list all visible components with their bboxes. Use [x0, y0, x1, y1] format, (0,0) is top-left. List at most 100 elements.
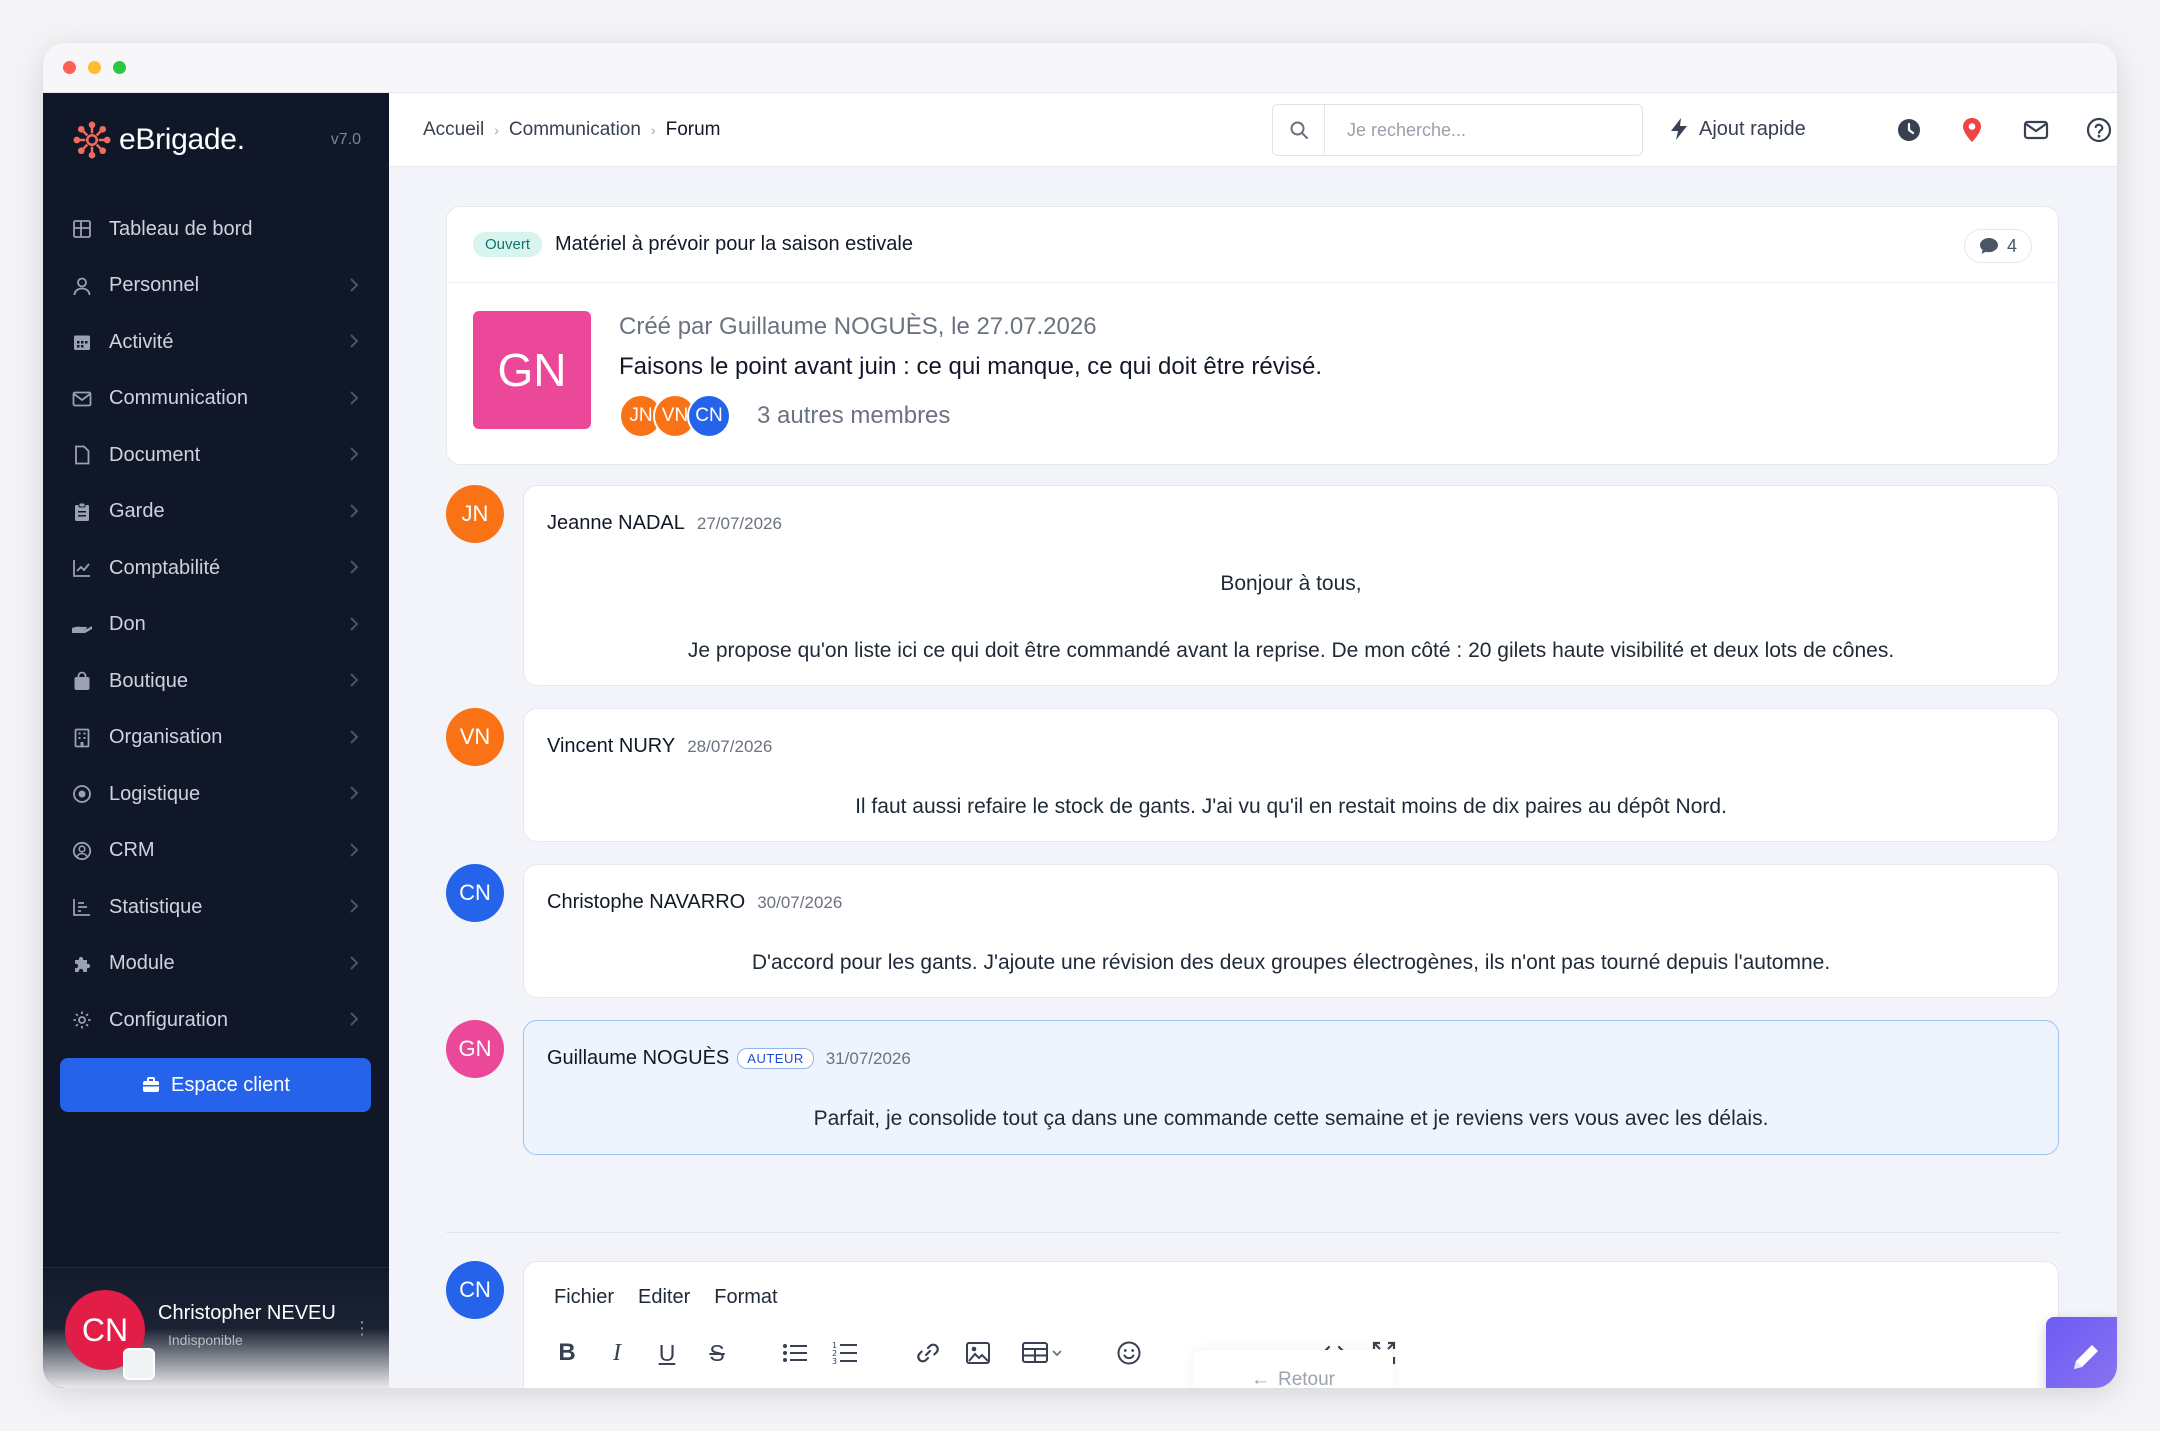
post-text: D'accord pour les gants. J'ajoute une ré… — [751, 951, 1831, 974]
avatar[interactable]: CN — [446, 864, 504, 922]
divider — [446, 1232, 2059, 1233]
breadcrumb-communication[interactable]: Communication — [509, 119, 641, 141]
post-date: 27/07/2026 — [696, 513, 782, 533]
topic-header: Ouvert Matériel à prévoir pour la saison… — [447, 207, 2058, 283]
brand-logo[interactable]: eBrigade. — [73, 115, 245, 165]
compose-button[interactable] — [2046, 1317, 2117, 1388]
numbered-list-icon[interactable]: 123 — [830, 1338, 860, 1368]
close-window-button[interactable] — [63, 61, 76, 74]
post-header: Jeanne NADAL 27/07/2026 — [547, 512, 782, 535]
strikethrough-icon[interactable]: S — [702, 1338, 732, 1368]
editor-menu: Fichier Editer Format — [554, 1286, 802, 1309]
underline-icon[interactable]: U — [652, 1338, 682, 1368]
sidebar-item-label: Organisation — [109, 726, 223, 749]
emoji-icon[interactable] — [1114, 1338, 1144, 1368]
chevron-right-icon — [349, 558, 359, 581]
calendar-icon — [71, 331, 93, 353]
espace-client-button[interactable]: Espace client — [60, 1058, 371, 1112]
post-author[interactable]: Guillaume NOGUÈS — [547, 1047, 729, 1070]
shopping-bag-icon — [71, 670, 93, 692]
maximize-window-button[interactable] — [113, 61, 126, 74]
post-date: 30/07/2026 — [757, 892, 843, 912]
chevron-right-icon — [349, 445, 359, 468]
menu-editer[interactable]: Editer — [638, 1286, 690, 1309]
location-pin-icon[interactable] — [1957, 115, 1987, 145]
brand-name: eBrigade. — [119, 123, 245, 156]
sidebar-item-garde[interactable]: Garde — [43, 484, 389, 541]
sidebar-item-label: Activité — [109, 330, 174, 353]
minimize-window-button[interactable] — [88, 61, 101, 74]
sidebar-item-activite[interactable]: Activité — [43, 314, 389, 371]
kebab-menu-icon[interactable]: ⋮ — [353, 1318, 371, 1339]
status-badge — [123, 1348, 155, 1380]
contact-icon — [71, 840, 93, 862]
avatar[interactable]: VN — [446, 708, 504, 766]
sidebar-item-label: Boutique — [109, 669, 188, 692]
topic-members: JN VN CN 3 autres membres — [619, 394, 950, 438]
topic-author-avatar[interactable]: GN — [473, 311, 591, 429]
post-card: Jeanne NADAL 27/07/2026 Bonjour à tous, … — [523, 485, 2059, 686]
sidebar-item-label: Tableau de bord — [109, 217, 253, 240]
file-icon — [71, 444, 93, 466]
avatar[interactable]: CN — [446, 1261, 504, 1319]
search-input[interactable] — [1345, 118, 1625, 142]
breadcrumb-accueil[interactable]: Accueil — [423, 119, 484, 141]
sidebar-item-label: Logistique — [109, 782, 201, 805]
sidebar-item-communication[interactable]: Communication — [43, 371, 389, 428]
topic-card: Ouvert Matériel à prévoir pour la saison… — [446, 206, 2059, 465]
avatar[interactable]: CN — [687, 394, 731, 438]
chevron-right-icon — [349, 332, 359, 355]
top-bar: Accueil › Communication › Forum Ajout ra… — [389, 93, 2117, 167]
sidebar-item-organisation[interactable]: Organisation — [43, 710, 389, 767]
members-label[interactable]: 3 autres membres — [757, 402, 950, 430]
sidebar-item-personnel[interactable]: Personnel — [43, 258, 389, 315]
menu-fichier[interactable]: Fichier — [554, 1286, 614, 1309]
puzzle-icon — [71, 953, 93, 975]
clock-icon[interactable] — [1894, 115, 1924, 145]
sidebar-item-label: Garde — [109, 500, 165, 523]
user-icon — [71, 275, 93, 297]
sidebar-item-comptabilite[interactable]: Comptabilité — [43, 540, 389, 597]
sidebar-item-document[interactable]: Document — [43, 427, 389, 484]
sidebar-item-module[interactable]: Module — [43, 936, 389, 993]
search-box — [1272, 104, 1643, 156]
chevron-right-icon — [349, 954, 359, 977]
post-author[interactable]: Jeanne NADAL — [547, 512, 685, 535]
sidebar-item-crm[interactable]: CRM — [43, 823, 389, 880]
menu-format[interactable]: Format — [714, 1286, 777, 1309]
retour-button[interactable]: ← Retour — [1193, 1350, 1393, 1388]
mail-icon[interactable] — [2021, 115, 2051, 145]
sidebar: eBrigade. v7.0 Tableau de bord Personnel A… — [43, 93, 389, 1388]
table-dropdown-icon[interactable] — [1018, 1338, 1068, 1368]
help-icon[interactable] — [2084, 115, 2114, 145]
sidebar-item-statistique[interactable]: Statistique — [43, 879, 389, 936]
line-chart-icon — [71, 557, 93, 579]
user-name: Christopher NEVEU — [158, 1302, 336, 1324]
post-author[interactable]: Vincent NURY — [547, 735, 675, 758]
post-card: Christophe NAVARRO 30/07/2026 D'accord p… — [523, 864, 2059, 998]
current-user-panel[interactable]: CN Christopher NEVEU Indisponible ⋮ — [43, 1267, 389, 1388]
avatar[interactable]: GN — [446, 1020, 504, 1078]
post-text: Parfait, je consolide tout ça dans une c… — [813, 1107, 1769, 1130]
bullet-list-icon[interactable] — [780, 1338, 810, 1368]
target-icon — [71, 783, 93, 805]
bold-icon[interactable]: B — [552, 1338, 582, 1368]
post-author[interactable]: Christophe NAVARRO — [547, 891, 745, 914]
comment-bubble-icon — [1979, 238, 1998, 254]
sidebar-item-label: Configuration — [109, 1008, 228, 1031]
gear-icon — [71, 1009, 93, 1031]
sidebar-item-logistique[interactable]: Logistique — [43, 766, 389, 823]
sidebar-item-configuration[interactable]: Configuration — [43, 992, 389, 1049]
avatar[interactable]: JN — [446, 485, 504, 543]
sidebar-item-tableau-de-bord[interactable]: Tableau de bord — [43, 201, 389, 258]
sidebar-item-don[interactable]: Don — [43, 597, 389, 654]
image-icon[interactable] — [963, 1338, 993, 1368]
sidebar-item-boutique[interactable]: Boutique — [43, 653, 389, 710]
quick-add-button[interactable]: Ajout rapide — [1669, 117, 1806, 141]
italic-icon[interactable]: I — [602, 1338, 632, 1368]
quick-add-label: Ajout rapide — [1699, 117, 1806, 140]
search-icon[interactable] — [1273, 105, 1325, 155]
link-icon[interactable] — [913, 1338, 943, 1368]
chevron-right-icon — [349, 728, 359, 751]
arrow-left-icon: ← — [1250, 1369, 1270, 1388]
